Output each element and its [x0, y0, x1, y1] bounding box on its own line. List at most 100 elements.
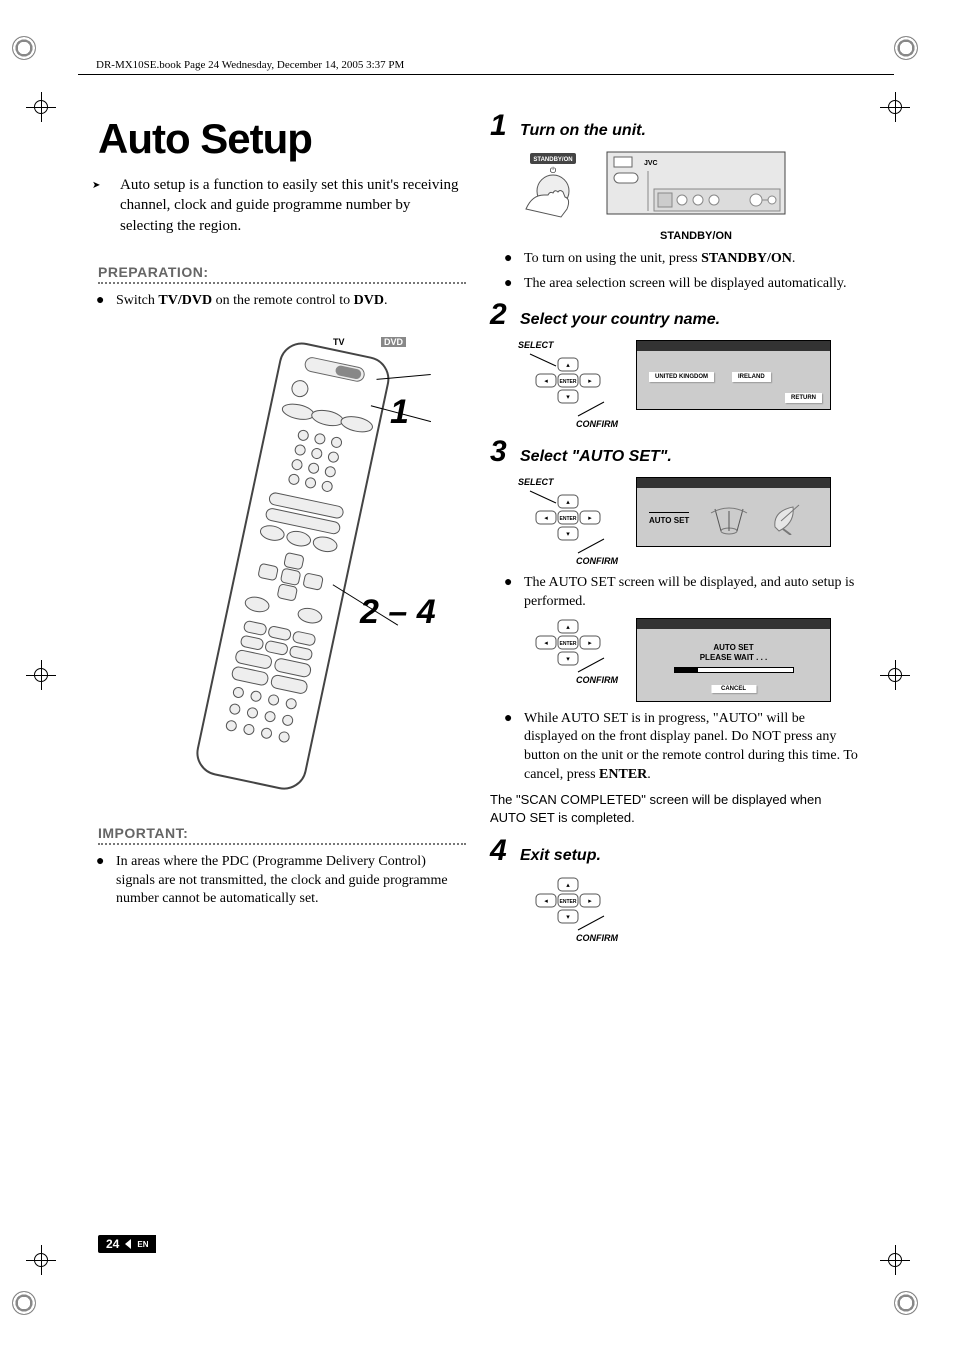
- autoset-line1: AUTO SET: [649, 643, 818, 653]
- step-2-header: 2 Select your country name.: [490, 300, 858, 330]
- svg-text:ENTER: ENTER: [560, 899, 577, 905]
- step-title: Select your country name.: [520, 311, 720, 329]
- return-button: RETURN: [785, 393, 822, 403]
- step1-bullet-1: ●To turn on using the unit, press STANDB…: [506, 250, 858, 269]
- dish-icon: [769, 503, 809, 535]
- bullet-dot-icon: ●: [514, 574, 524, 593]
- right-column: 1 Turn on the unit. STANDBY/ON ⏻ JVC: [490, 105, 858, 951]
- svg-text:▴: ▴: [566, 623, 570, 631]
- step-number: 2: [490, 300, 512, 330]
- step-1-figure: STANDBY/ON ⏻ JVC: [518, 151, 858, 242]
- svg-text:◂: ◂: [544, 639, 548, 647]
- select-label: SELECT: [518, 340, 618, 350]
- crop-target-icon: [26, 92, 56, 122]
- autoset-label: AUTO SET: [649, 512, 689, 525]
- step3-bullet-2: ●While AUTO SET is in progress, "AUTO" w…: [506, 710, 858, 786]
- remote-control-figure: TV DVD 1 2 – 4: [98, 335, 466, 795]
- triangle-left-icon: [125, 1239, 131, 1249]
- crop-mark-icon: [894, 36, 918, 60]
- svg-text:◂: ◂: [544, 514, 548, 522]
- step-1-header: 1 Turn on the unit.: [490, 111, 858, 141]
- step-3-header: 3 Select "AUTO SET".: [490, 437, 858, 467]
- bullet-dot-icon: ●: [514, 275, 524, 294]
- confirm-label: CONFIRM: [518, 675, 618, 685]
- dpad-icon: ▴ ◂ ENTER ▸ ▾: [518, 618, 618, 676]
- step-title: Exit setup.: [520, 847, 601, 865]
- autoset-line2: PLEASE WAIT . . .: [649, 653, 818, 663]
- page-number: 24: [106, 1237, 119, 1251]
- svg-text:ENTER: ENTER: [560, 641, 577, 647]
- autoset-wait-screen: AUTO SET PLEASE WAIT . . . CANCEL: [636, 618, 831, 702]
- crop-target-icon: [880, 660, 910, 690]
- step-number: 4: [490, 836, 512, 866]
- svg-text:STANDBY/ON: STANDBY/ON: [533, 157, 572, 163]
- left-column: Auto Setup ➤Auto setup is a function to …: [98, 105, 466, 951]
- svg-text:▾: ▾: [566, 393, 570, 401]
- divider: [98, 282, 466, 284]
- svg-text:▾: ▾: [566, 655, 570, 663]
- select-label: SELECT: [518, 477, 618, 487]
- dpad-icon: ▴ ◂ ENTER ▸ ▾: [518, 489, 618, 557]
- progress-bar: [674, 667, 794, 673]
- country-screen: UNITED KINGDOM IRELAND RETURN: [636, 340, 831, 410]
- callout-2-4: 2 – 4: [360, 593, 436, 632]
- option-uk: UNITED KINGDOM: [649, 372, 714, 382]
- step3-bullet-1: ●The AUTO SET screen will be displayed, …: [506, 574, 858, 612]
- page-title: Auto Setup: [98, 115, 466, 163]
- preparation-bullet: ●Switch TV/DVD on the remote control to …: [98, 292, 466, 311]
- bullet-dot-icon: ●: [106, 292, 116, 311]
- unit-front-figure: JVC: [606, 151, 786, 221]
- callout-1: 1: [390, 393, 409, 432]
- crop-target-icon: [880, 92, 910, 122]
- step-4-figure: ▴ ◂ ENTER ▸ ▾ CONFIRM: [518, 876, 858, 943]
- dvd-label: DVD: [381, 337, 406, 347]
- page-header-text: DR-MX10SE.book Page 24 Wednesday, Decemb…: [96, 59, 404, 71]
- step-3-figure-a: SELECT ▴ ◂ ENTER ▸ ▾ CONFIRM AUTO SET: [518, 477, 858, 566]
- svg-text:▸: ▸: [588, 377, 592, 385]
- lang-label: EN: [137, 1240, 148, 1249]
- svg-text:◂: ◂: [544, 897, 548, 905]
- antenna-icon: [709, 503, 749, 535]
- important-label: IMPORTANT:: [98, 825, 466, 841]
- dpad-icon: ▴ ◂ ENTER ▸ ▾: [518, 352, 618, 420]
- svg-text:▴: ▴: [566, 498, 570, 506]
- divider: [98, 843, 466, 845]
- svg-text:ENTER: ENTER: [560, 516, 577, 522]
- confirm-label: CONFIRM: [518, 556, 618, 566]
- step-4-header: 4 Exit setup.: [490, 836, 858, 866]
- crop-target-icon: [26, 660, 56, 690]
- bullet-dot-icon: ●: [514, 250, 524, 269]
- confirm-label: CONFIRM: [518, 933, 618, 943]
- svg-text:▾: ▾: [566, 913, 570, 921]
- svg-text:▴: ▴: [566, 881, 570, 889]
- crop-mark-icon: [12, 36, 36, 60]
- svg-text:▸: ▸: [588, 639, 592, 647]
- step1-bullet-2: ●The area selection screen will be displ…: [506, 275, 858, 294]
- svg-text:▸: ▸: [588, 897, 592, 905]
- crop-mark-icon: [894, 1291, 918, 1315]
- page-footer: 24 EN: [98, 1235, 156, 1253]
- scan-completed-text: The "SCAN COMPLETED" screen will be disp…: [490, 791, 858, 826]
- confirm-label: CONFIRM: [518, 419, 618, 429]
- svg-text:◂: ◂: [544, 377, 548, 385]
- crop-mark-icon: [12, 1291, 36, 1315]
- crop-target-icon: [26, 1245, 56, 1275]
- step-2-figure: SELECT ▴ ◂ ENTER ▸ ▾ CONFIRM UNITED KING…: [518, 340, 858, 429]
- bullet-dot-icon: ●: [514, 710, 524, 729]
- svg-text:▸: ▸: [588, 514, 592, 522]
- bullet-dot-icon: ●: [106, 853, 116, 872]
- standby-caption: STANDBY/ON: [606, 230, 786, 242]
- crop-target-icon: [880, 1245, 910, 1275]
- intro-text: ➤Auto setup is a function to easily set …: [98, 175, 466, 236]
- step-3-figure-b: ▴ ◂ ENTER ▸ ▾ CONFIRM AUTO SET PLEASE WA…: [518, 618, 858, 702]
- tv-label: TV: [333, 337, 345, 347]
- dpad-icon: ▴ ◂ ENTER ▸ ▾: [518, 876, 618, 934]
- svg-text:▾: ▾: [566, 530, 570, 538]
- autoset-screen: AUTO SET: [636, 477, 831, 547]
- svg-text:⏻: ⏻: [550, 166, 557, 175]
- page-header: DR-MX10SE.book Page 24 Wednesday, Decemb…: [78, 56, 894, 75]
- step-number: 1: [490, 111, 512, 141]
- svg-text:ENTER: ENTER: [560, 379, 577, 385]
- svg-text:JVC: JVC: [644, 160, 658, 167]
- step-number: 3: [490, 437, 512, 467]
